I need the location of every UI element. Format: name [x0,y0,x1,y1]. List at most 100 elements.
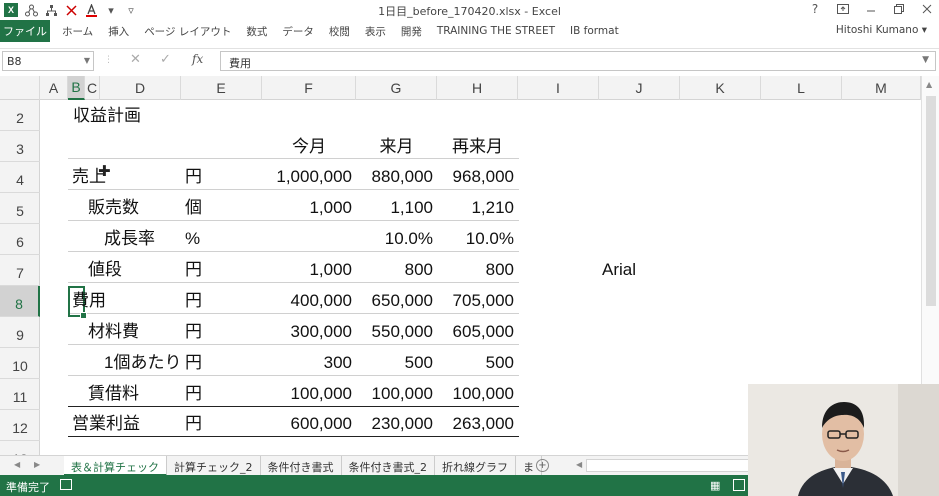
row-header-7[interactable]: 7 [0,255,40,286]
unit-cell[interactable]: 円 [185,167,202,187]
value-cell[interactable]: 650,000 [356,291,433,311]
column-header-i[interactable]: I [518,76,599,100]
value-cell[interactable]: 100,000 [262,384,352,404]
unit-cell[interactable]: 円 [185,353,202,373]
header-current-month[interactable]: 今月 [262,137,356,157]
value-cell[interactable]: 800 [437,260,514,280]
vertical-scroll-thumb[interactable] [926,96,936,306]
row-header-3[interactable]: 3 [0,131,40,162]
value-cell[interactable]: 880,000 [356,167,433,187]
restore-icon[interactable] [891,1,907,17]
sheet-tab-conditional-format[interactable]: 条件付き書式 [261,456,342,476]
sheet-tab-calc-check-2[interactable]: 計算チェック_2 [167,456,261,476]
cell-b2-title[interactable]: 収益計画 [73,106,141,126]
cancel-entry-icon[interactable]: ✕ [130,52,141,67]
sheet-tab-table-calc-check[interactable]: 表＆計算チェック [64,456,167,476]
unit-cell[interactable]: 円 [185,414,202,434]
row-header-8[interactable]: 8 [0,286,40,317]
help-icon[interactable]: ? [807,1,823,17]
column-header-f[interactable]: F [262,76,356,100]
value-cell[interactable]: 968,000 [437,167,514,187]
value-cell[interactable]: 1,210 [437,198,514,218]
row-label-operating-profit[interactable]: 営業利益 [72,414,140,434]
note-cell-j7[interactable]: Arial [602,260,636,280]
prev-sheet-icon[interactable]: ◀ [14,460,20,469]
dropdown-arrow-icon[interactable]: ▾ [104,3,118,17]
formula-input[interactable]: 費用 ▼ [220,51,936,71]
row-header-6[interactable]: 6 [0,224,40,255]
column-header-d[interactable]: D [100,76,181,100]
header-next-month[interactable]: 来月 [356,137,437,157]
value-cell[interactable]: 230,000 [356,414,433,434]
ribbon-display-icon[interactable] [835,1,851,17]
row-header-5[interactable]: 5 [0,193,40,224]
value-cell[interactable]: 600,000 [262,414,352,434]
row-header-9[interactable]: 9 [0,317,40,348]
row-header-11[interactable]: 11 [0,379,40,410]
value-cell[interactable]: 1,000 [262,198,352,218]
unit-cell[interactable]: 円 [185,260,202,280]
tab-developer[interactable]: 開発 [401,24,422,39]
insert-function-button[interactable]: fx [192,52,203,66]
value-cell[interactable]: 100,000 [437,384,514,404]
row-header-13[interactable]: 13 [0,441,40,455]
column-header-c[interactable]: C [85,76,100,100]
value-cell[interactable]: 550,000 [356,322,433,342]
tab-file[interactable]: ファイル [0,20,50,42]
value-cell[interactable]: 705,000 [437,291,514,311]
value-cell[interactable]: 605,000 [437,322,514,342]
unit-cell[interactable]: % [185,229,200,249]
close-icon[interactable] [919,1,935,17]
value-cell[interactable]: 1,100 [356,198,433,218]
column-header-e[interactable]: E [181,76,262,100]
remove-arrows-icon[interactable] [64,3,78,17]
tab-ib-format[interactable]: IB format [570,25,619,37]
row-header-2[interactable]: 2 [0,100,40,131]
row-header-4[interactable]: 4 [0,162,40,193]
unit-cell[interactable]: 円 [185,291,202,311]
sheet-tab-conditional-format-2[interactable]: 条件付き書式_2 [342,456,435,476]
row-label-rent[interactable]: 賃借料 [88,384,139,404]
row-label-price[interactable]: 値段 [88,260,122,280]
formula-bar-grip-icon[interactable]: ⋮ [104,55,113,67]
customize-qat-icon[interactable]: ▿ [124,3,138,17]
column-header-h[interactable]: H [437,76,518,100]
value-cell[interactable]: 1,000 [262,260,352,280]
macro-recording-icon[interactable] [60,479,72,490]
value-cell[interactable]: 1,000,000 [262,167,352,187]
column-header-m[interactable]: M [842,76,921,100]
row-label-growth-rate[interactable]: 成長率 [104,229,155,249]
tab-training-the-street[interactable]: TRAINING THE STREET [437,25,555,37]
column-header-g[interactable]: G [356,76,437,100]
expand-formula-bar-icon[interactable]: ▼ [922,55,929,65]
scroll-left-icon[interactable]: ◀ [576,460,582,469]
name-box[interactable]: B8 ▼ [2,51,94,71]
unit-cell[interactable]: 円 [185,322,202,342]
minimize-icon[interactable] [863,1,879,17]
value-cell[interactable]: 500 [356,353,433,373]
tab-home[interactable]: ホーム [62,24,93,39]
sheet-tab-line-chart[interactable]: 折れ線グラフ [435,456,516,476]
row-header-12[interactable]: 12 [0,410,40,441]
user-account[interactable]: Hitoshi Kumano ▾ [836,24,927,36]
value-cell[interactable]: 10.0% [437,229,514,249]
tab-formulas[interactable]: 数式 [246,24,267,39]
share-icon[interactable] [24,3,38,17]
add-sheet-icon[interactable]: + [536,459,549,472]
unit-cell[interactable]: 個 [185,198,202,218]
value-cell[interactable]: 263,000 [437,414,514,434]
tab-data[interactable]: データ [282,24,314,39]
column-header-l[interactable]: L [761,76,842,100]
row-label-materials[interactable]: 材料費 [88,322,139,342]
value-cell[interactable]: 400,000 [262,291,352,311]
column-header-b[interactable]: B [68,76,85,100]
value-cell[interactable]: 300,000 [262,322,352,342]
value-cell[interactable]: 500 [437,353,514,373]
tab-view[interactable]: 表示 [365,24,386,39]
row-header-10[interactable]: 10 [0,348,40,379]
network-icon[interactable] [44,3,58,17]
select-all-corner[interactable] [0,76,40,100]
confirm-entry-icon[interactable]: ✓ [160,52,171,67]
row-label-per-unit[interactable]: 1個あたり [104,353,181,373]
value-cell[interactable]: 800 [356,260,433,280]
